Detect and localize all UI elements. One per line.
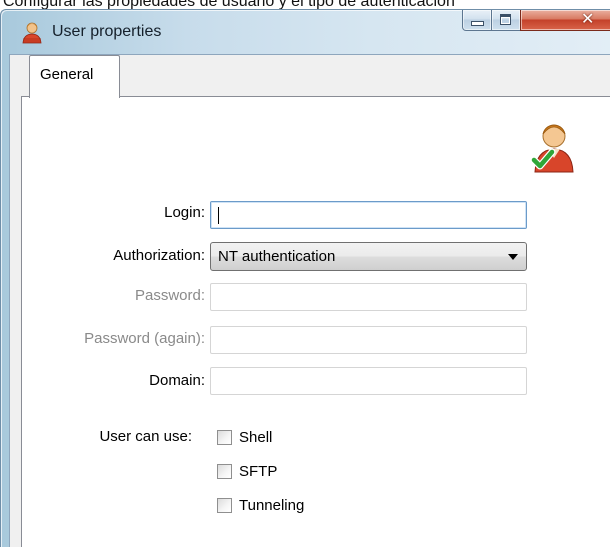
sftp-checkbox-label[interactable]: SFTP <box>239 463 277 480</box>
user-icon <box>22 22 42 44</box>
text-caret <box>218 207 219 224</box>
domain-label: Domain: <box>149 372 205 389</box>
tab-general-label: General <box>40 66 94 83</box>
domain-input[interactable] <box>210 367 527 395</box>
minimize-button[interactable] <box>462 10 492 31</box>
shell-checkbox-label[interactable]: Shell <box>239 429 272 446</box>
user-can-use-label: User can use: <box>99 428 192 445</box>
close-icon: ✕ <box>581 11 595 28</box>
authorization-select[interactable]: NT authentication <box>210 242 527 271</box>
page: Configurar las propiedades de usuario y … <box>0 0 610 547</box>
title-bar[interactable]: User properties ✕ <box>1 10 610 54</box>
minimize-icon <box>471 21 484 26</box>
authorization-label: Authorization: <box>113 247 205 264</box>
password-again-input[interactable] <box>210 326 527 354</box>
password-input[interactable] <box>210 283 527 311</box>
tunneling-checkbox-label[interactable]: Tunneling <box>239 497 304 514</box>
maximize-button[interactable] <box>491 10 521 31</box>
authorization-selected-value: NT authentication <box>218 248 336 265</box>
close-button[interactable]: ✕ <box>520 10 610 31</box>
tunneling-checkbox-box[interactable] <box>217 498 232 513</box>
chevron-down-icon <box>508 254 518 260</box>
window-title: User properties <box>52 23 162 40</box>
tab-general[interactable]: General <box>29 55 120 98</box>
login-input[interactable] <box>210 201 527 229</box>
user-check-icon <box>530 124 574 173</box>
login-label: Login: <box>164 204 205 221</box>
tab-panel-general <box>21 96 610 547</box>
sftp-checkbox-box[interactable] <box>217 464 232 479</box>
shell-checkbox-box[interactable] <box>217 430 232 445</box>
password-label: Password: <box>134 287 205 304</box>
maximize-icon <box>500 14 511 25</box>
password-again-label: Password (again): <box>84 330 205 347</box>
